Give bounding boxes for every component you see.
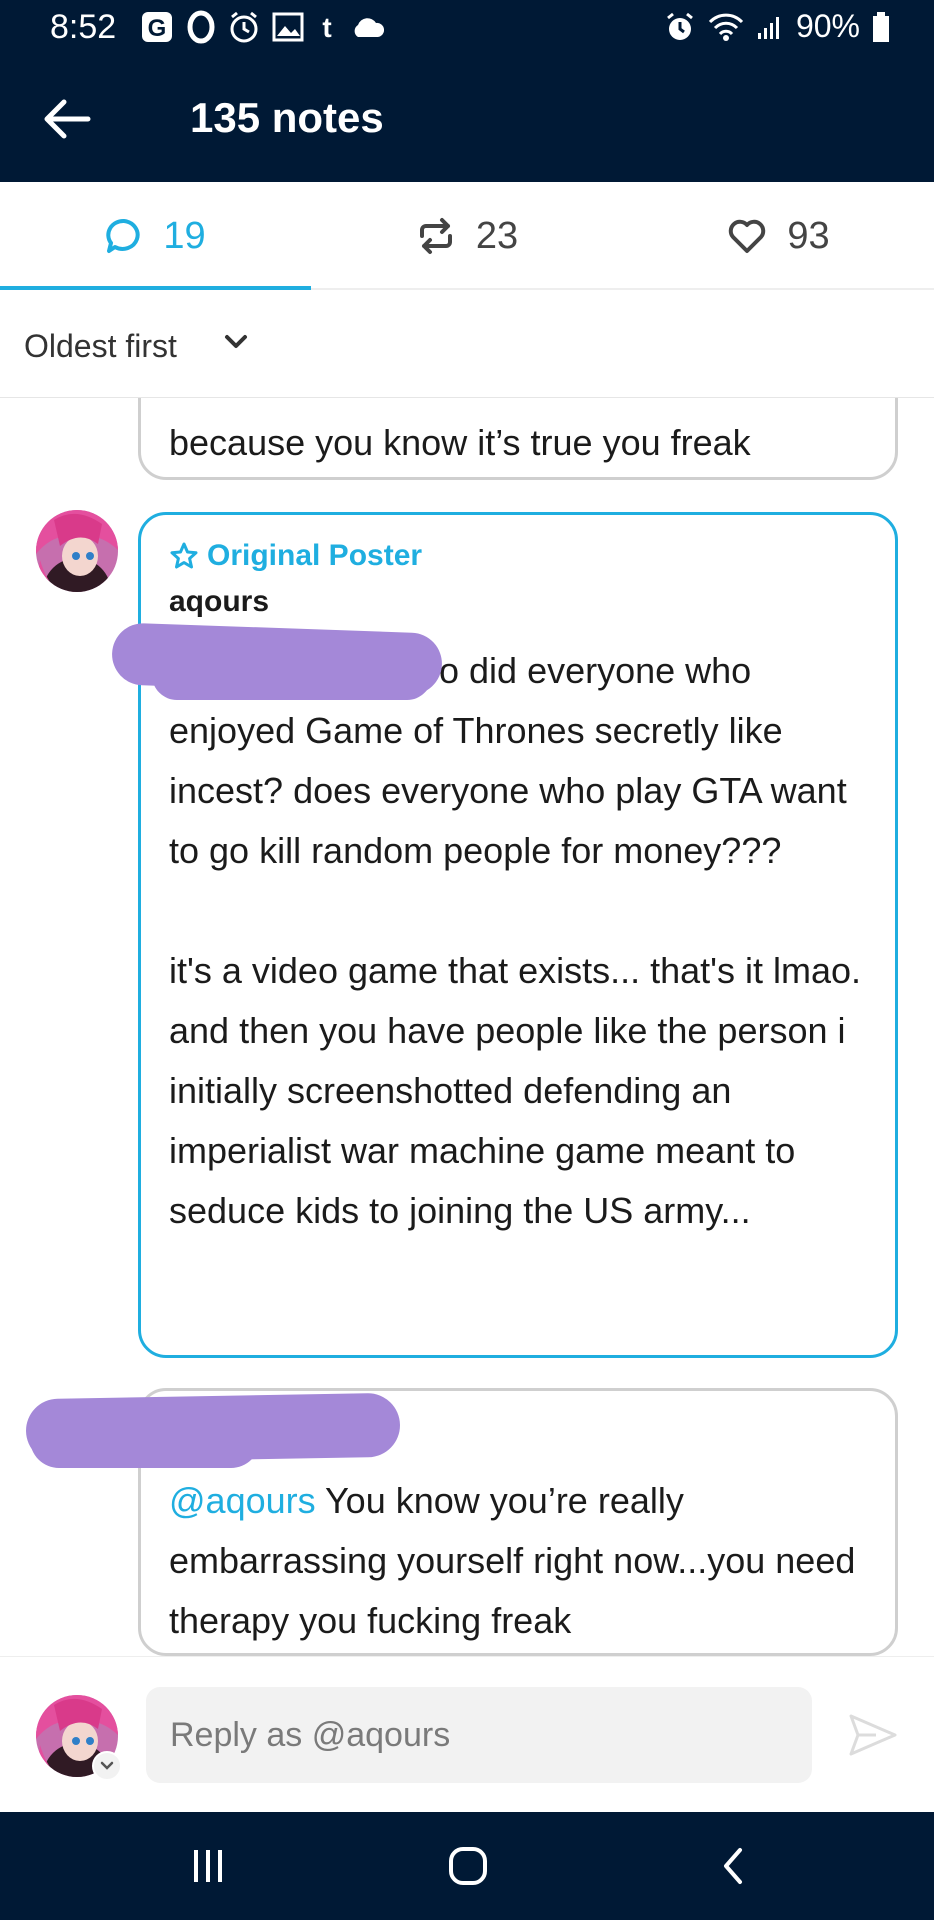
mention-link[interactable]: @aqours: [169, 1480, 316, 1521]
reply-text: because you know it’s true you freak: [169, 422, 751, 463]
back-icon[interactable]: [712, 1844, 756, 1888]
anime-avatar-image: [36, 510, 118, 592]
back-arrow-icon[interactable]: [40, 94, 92, 144]
reply-bubble: because you know it’s true you freak: [138, 398, 898, 480]
alarm-icon: [667, 12, 693, 40]
svg-text:G: G: [148, 15, 167, 42]
star-icon: [170, 542, 198, 569]
tab-likes[interactable]: 93: [623, 182, 934, 290]
alarm-clock-icon: [230, 11, 258, 43]
sort-dropdown[interactable]: Oldest first: [0, 290, 934, 398]
system-icons: 90%: [664, 8, 890, 45]
battery-icon: [873, 11, 889, 42]
system-navigation-bar: [0, 1812, 934, 1920]
battery-level: 90%: [795, 8, 860, 44]
page-title: 135 notes: [190, 94, 384, 141]
recent-apps-icon[interactable]: [186, 1844, 230, 1888]
reply-input[interactable]: [146, 1687, 812, 1783]
tumblr-icon: t: [322, 12, 331, 43]
notification-icons: G t: [140, 10, 384, 44]
original-poster-badge: Original Poster: [169, 533, 867, 579]
notes-feed[interactable]: because you know it’s true you freak Ori…: [0, 398, 934, 1656]
username[interactable]: aqours: [169, 585, 867, 631]
wifi-icon: [708, 13, 744, 41]
comment-icon: [106, 219, 140, 253]
status-time: 8:52: [50, 8, 117, 46]
replies-count: 19: [163, 214, 206, 257]
reply-text: @aqours You know you’re really embarrass…: [169, 1471, 867, 1651]
cloud-icon: [354, 18, 384, 37]
home-icon[interactable]: [446, 1844, 490, 1888]
sort-label: Oldest first: [24, 328, 177, 364]
image-icon: [272, 12, 304, 42]
chevron-down-icon: [225, 335, 247, 348]
app-bar: 135 notes: [0, 54, 934, 182]
signal-icon: [757, 16, 779, 39]
circle-o-icon: [187, 10, 215, 44]
redaction-scribble: [152, 650, 432, 700]
svg-text:t: t: [322, 12, 331, 43]
avatar[interactable]: [36, 510, 118, 592]
reblog-icon: [419, 218, 452, 254]
reblogs-count: 23: [475, 214, 519, 257]
heart-icon: [729, 219, 766, 253]
redaction-scribble: [30, 1410, 260, 1468]
badge-label: Original Poster: [207, 539, 423, 572]
send-icon[interactable]: [848, 1713, 898, 1757]
reply-composer: [0, 1656, 934, 1812]
tab-replies[interactable]: 19: [0, 182, 311, 290]
status-bar: 8:52 G t 90%: [0, 0, 934, 54]
account-switch-chevron-icon[interactable]: [92, 1751, 122, 1781]
likes-count: 93: [787, 214, 830, 257]
reply-paragraph-2: it's a video game that exists... that's …: [169, 950, 862, 1231]
google-icon: G: [142, 12, 172, 42]
notes-tabs: 19 23 93: [0, 182, 934, 291]
tab-reblogs[interactable]: 23: [311, 182, 623, 290]
